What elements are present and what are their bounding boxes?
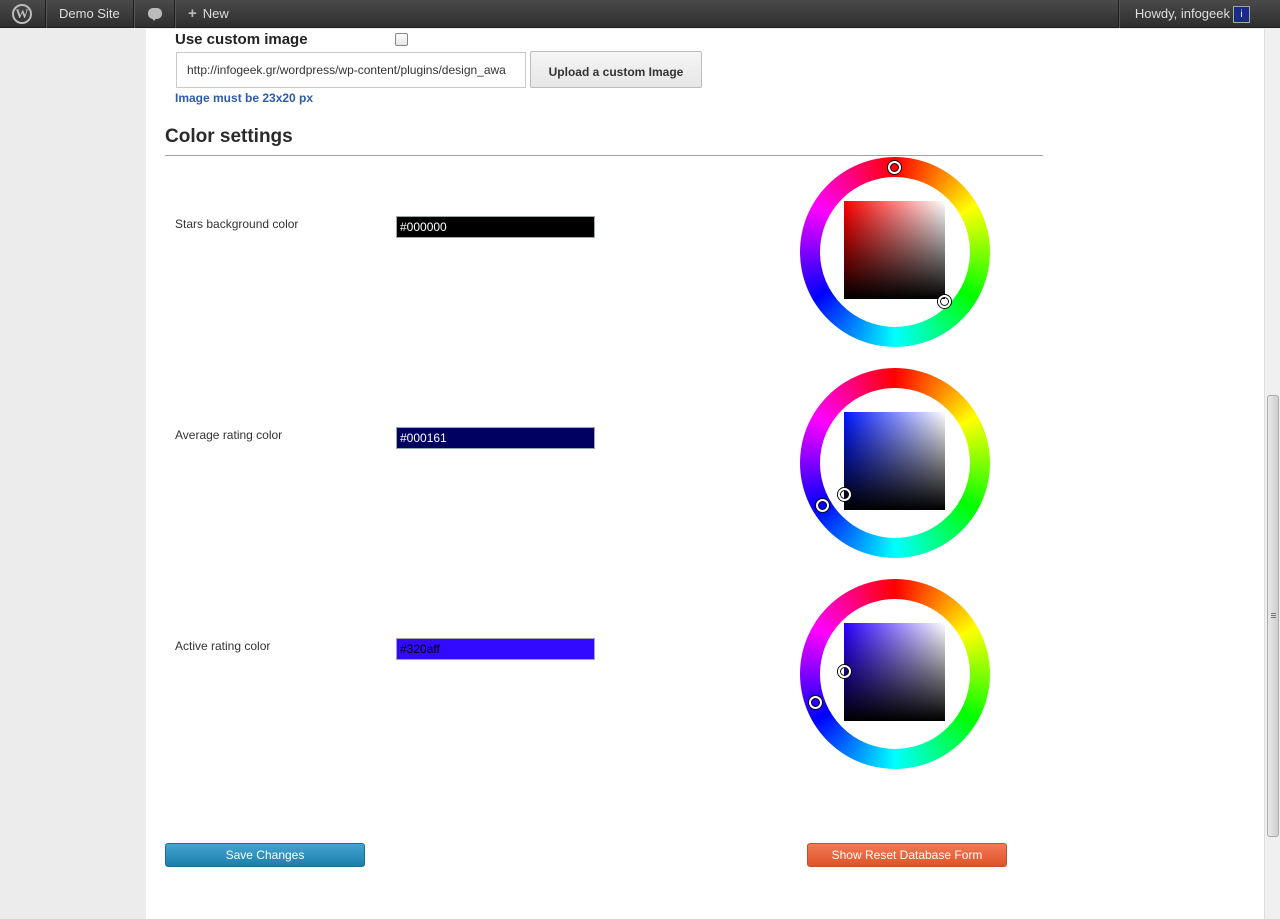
save-changes-button[interactable]: Save Changes <box>165 843 365 867</box>
site-name-link[interactable]: Demo Site <box>59 0 120 28</box>
active-rating-color-label: Active rating color <box>175 639 271 653</box>
page-content <box>146 29 1264 919</box>
use-custom-image-checkbox[interactable] <box>395 33 408 46</box>
average-rating-color-label: Average rating color <box>175 428 283 442</box>
active-rating-color-input[interactable]: #320aff <box>396 638 595 660</box>
new-label: New <box>202 6 229 21</box>
hue-marker[interactable] <box>816 499 829 512</box>
comments-icon[interactable] <box>146 0 164 28</box>
color-settings-heading: Color settings <box>165 126 293 147</box>
howdy-user-menu[interactable]: Howdy, infogeek <box>1135 0 1230 28</box>
stars-background-color-label: Stars background color <box>175 217 299 231</box>
section-divider <box>165 155 1043 156</box>
color-picker-wheel[interactable] <box>800 157 990 347</box>
color-picker-wheel[interactable] <box>800 368 990 558</box>
hue-marker[interactable] <box>888 161 901 174</box>
admin-bar: W Demo Site + New Howdy, infogeek i <box>0 0 1280 28</box>
color-marker[interactable] <box>938 295 951 308</box>
average-rating-color-input[interactable]: #000161 <box>396 427 595 449</box>
saturation-square[interactable] <box>844 412 945 510</box>
saturation-square[interactable] <box>844 201 945 299</box>
saturation-square[interactable] <box>844 623 945 721</box>
color-marker[interactable] <box>838 488 851 501</box>
hue-marker[interactable] <box>809 696 822 709</box>
new-content-menu[interactable]: + New <box>188 0 229 28</box>
show-reset-database-form-button[interactable]: Show Reset Database Form <box>807 843 1007 867</box>
image-size-note: Image must be 23x20 px <box>175 91 314 105</box>
stars-background-color-input[interactable]: #000000 <box>396 216 595 238</box>
color-marker[interactable] <box>838 665 851 678</box>
wordpress-logo-icon[interactable]: W <box>8 0 38 28</box>
vertical-scrollbar[interactable] <box>1264 29 1280 919</box>
upload-custom-image-button[interactable]: Upload a custom Image <box>530 51 702 88</box>
plus-icon: + <box>188 5 197 22</box>
use-custom-image-label: Use custom image <box>175 31 308 48</box>
custom-image-url-input[interactable]: http://infogeek.gr/wordpress/wp-content/… <box>176 52 526 88</box>
color-picker-wheel[interactable] <box>800 579 990 769</box>
avatar[interactable]: i <box>1233 6 1250 23</box>
scrollbar-thumb[interactable] <box>1267 395 1279 837</box>
